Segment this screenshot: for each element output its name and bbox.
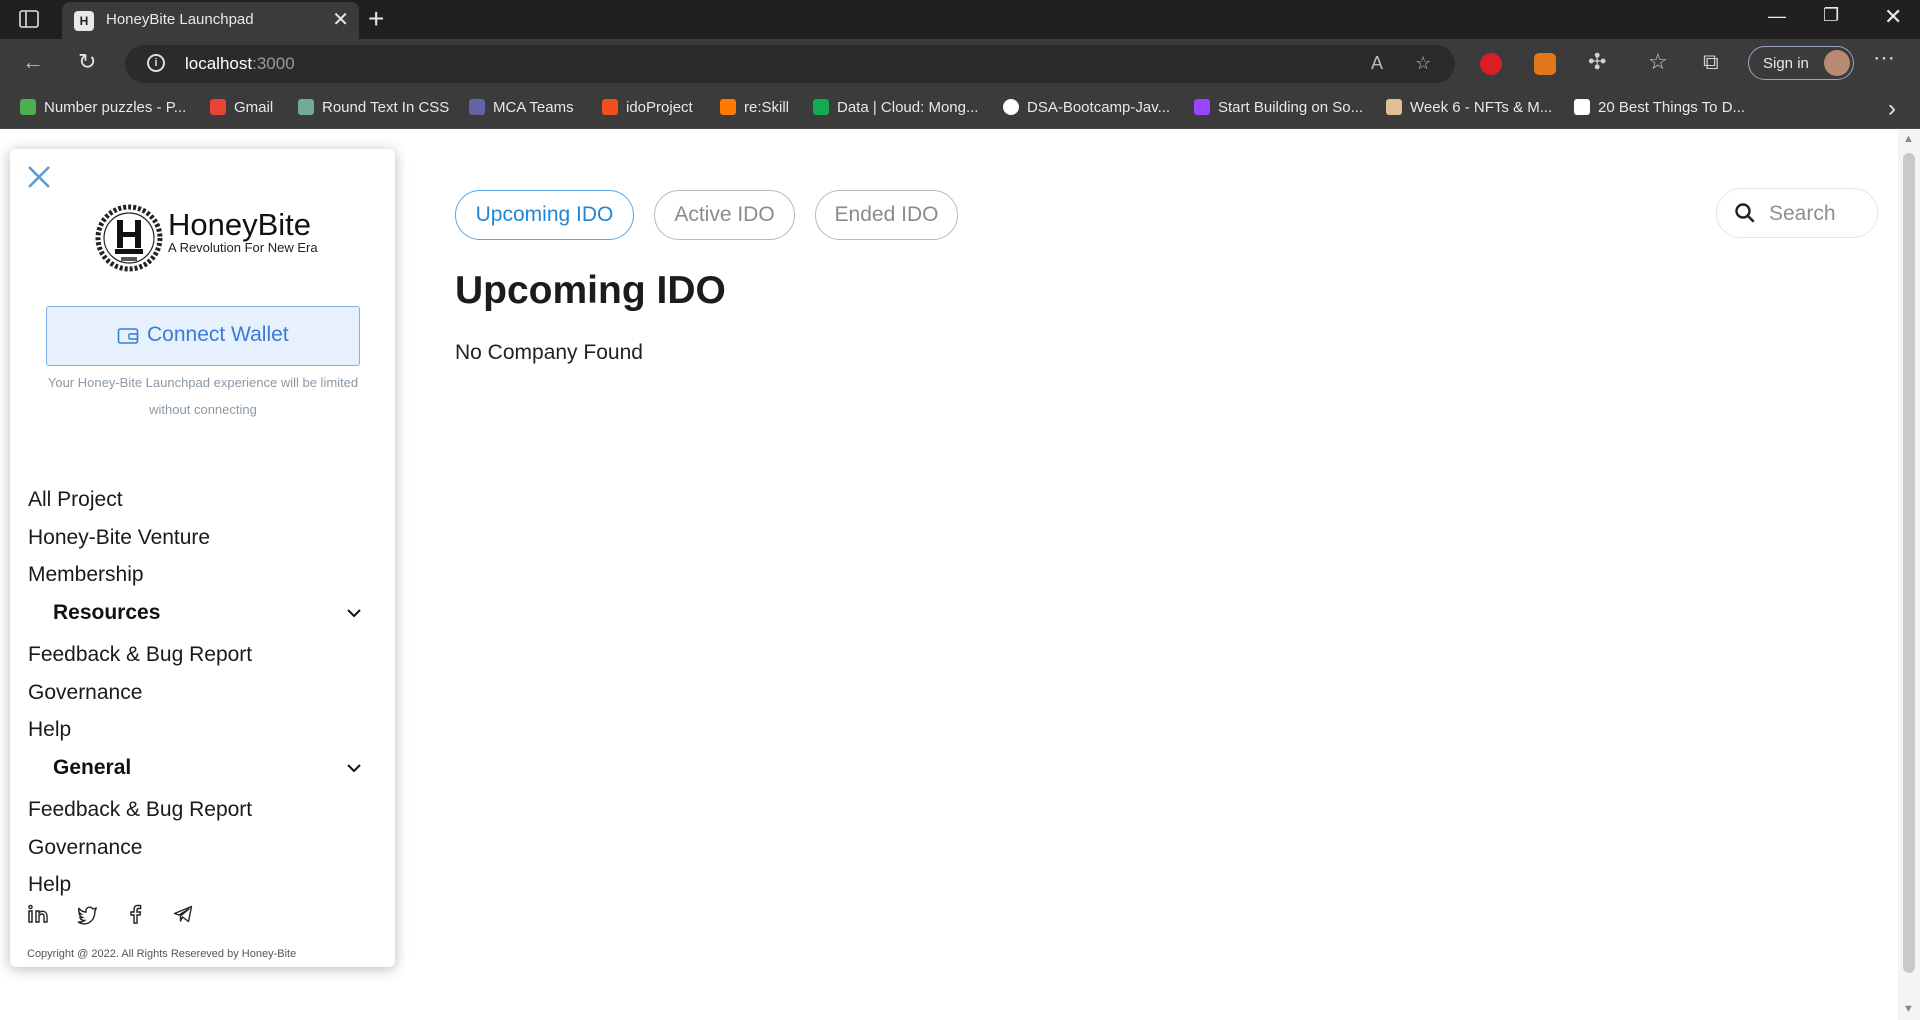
sidebar-item-feedback[interactable]: Feedback & Bug Report	[28, 798, 252, 822]
empty-state-message: No Company Found	[455, 341, 643, 364]
tab-title: HoneyBite Launchpad	[106, 11, 254, 28]
wallet-icon	[117, 328, 139, 344]
chevron-down-icon[interactable]	[346, 608, 362, 618]
close-window-icon[interactable]: ✕	[1884, 4, 1902, 30]
bookmark-item[interactable]: idoProject	[602, 99, 693, 116]
sign-in-button[interactable]: Sign in	[1748, 46, 1854, 80]
page-scrollbar[interactable]: ▲ ▼	[1898, 129, 1920, 1020]
bookmark-favicon-icon	[1386, 99, 1402, 115]
browser-tab[interactable]: H HoneyBite Launchpad ✕	[62, 2, 359, 39]
bookmark-item[interactable]: Round Text In CSS	[298, 99, 449, 116]
bookmark-item[interactable]: DSA-Bootcamp-Jav...	[1003, 99, 1170, 116]
bookmark-favicon-icon	[1574, 99, 1590, 115]
teams-icon	[469, 99, 485, 115]
search-box[interactable]	[1716, 188, 1878, 238]
connect-wallet-label: Connect Wallet	[147, 323, 289, 346]
read-aloud-icon[interactable]: A	[1371, 53, 1383, 74]
scrollbar-thumb[interactable]	[1903, 153, 1915, 973]
browser-titlebar: H HoneyBite Launchpad ✕ + — ❐ ✕	[0, 0, 1920, 39]
facebook-icon[interactable]	[124, 903, 146, 925]
chatgpt-icon	[298, 99, 314, 115]
bookmark-item[interactable]: Gmail	[210, 99, 273, 116]
gmail-icon	[210, 99, 226, 115]
brand-tagline: A Revolution For New Era	[168, 240, 318, 255]
site-info-icon[interactable]: i	[147, 54, 165, 72]
github-icon	[1003, 99, 1019, 115]
search-icon	[1735, 203, 1755, 223]
telegram-icon[interactable]	[172, 903, 194, 925]
refresh-icon[interactable]: ↻	[78, 49, 96, 75]
tab-ended-ido[interactable]: Ended IDO	[815, 190, 958, 240]
adblock-extension-icon[interactable]	[1480, 53, 1502, 75]
minimize-icon[interactable]: —	[1768, 6, 1786, 27]
bookmarks-bar: Number puzzles - P... Gmail Round Text I…	[0, 89, 1920, 129]
reskill-icon	[720, 99, 736, 115]
bookmark-item[interactable]: Data | Cloud: Mong...	[813, 99, 978, 116]
sidebar-item-membership[interactable]: Membership	[28, 563, 144, 587]
page-title: Upcoming IDO	[455, 269, 726, 312]
bookmark-item[interactable]: Start Building on So...	[1194, 99, 1363, 116]
tab-upcoming-ido[interactable]: Upcoming IDO	[455, 190, 634, 240]
back-arrow-icon[interactable]: ←	[22, 49, 44, 75]
scroll-up-icon[interactable]: ▲	[1903, 133, 1914, 145]
honeybite-logo	[95, 204, 163, 272]
tab-favicon-icon: H	[74, 11, 94, 31]
bookmark-item[interactable]: re:Skill	[720, 99, 789, 116]
chevron-down-icon[interactable]	[346, 763, 362, 773]
bookmark-item[interactable]: Week 6 - NFTs & M...	[1386, 99, 1552, 116]
sidebar-section-general[interactable]: General	[53, 756, 131, 780]
sidebar-item-help[interactable]: Help	[28, 718, 71, 742]
bookmark-item[interactable]: 20 Best Things To D...	[1574, 99, 1745, 116]
browser-toolbar: ← ↻ i localhost:3000 A ☆ ✣ ☆ ⧉ Sign in ⋯	[0, 39, 1920, 89]
address-bar[interactable]: i localhost:3000 A ☆	[125, 45, 1455, 83]
sidebar-item-feedback[interactable]: Feedback & Bug Report	[28, 643, 252, 667]
twitter-icon[interactable]	[76, 903, 98, 925]
connect-wallet-note: Your Honey-Bite Launchpad experience wil…	[47, 375, 359, 417]
bookmark-item[interactable]: MCA Teams	[469, 99, 574, 116]
tab-active-ido[interactable]: Active IDO	[654, 190, 795, 240]
close-icon[interactable]	[24, 162, 54, 192]
sidebar-item-honey-bite-venture[interactable]: Honey-Bite Venture	[28, 526, 210, 550]
brand-name: HoneyBite	[168, 207, 312, 242]
figma-icon	[602, 99, 618, 115]
tab-actions-icon[interactable]	[18, 8, 40, 30]
sign-in-label: Sign in	[1763, 55, 1809, 72]
sidebar-drawer: HoneyBite A Revolution For New Era Conne…	[10, 149, 395, 967]
profile-avatar	[1824, 50, 1850, 76]
solana-icon	[1194, 99, 1210, 115]
mongodb-icon	[813, 99, 829, 115]
sidebar-item-help[interactable]: Help	[28, 873, 71, 897]
new-tab-icon[interactable]: +	[368, 4, 384, 34]
more-bookmarks-chevron-icon[interactable]: ›	[1888, 95, 1896, 123]
copyright-text: Copyright @ 2022. All Rights Resereved b…	[27, 948, 297, 960]
connect-wallet-button[interactable]: Connect Wallet	[46, 306, 360, 366]
extensions-icon[interactable]: ✣	[1588, 49, 1606, 75]
sidebar-item-governance[interactable]: Governance	[28, 681, 142, 705]
collections-icon[interactable]: ⧉	[1703, 49, 1719, 75]
metamask-extension-icon[interactable]	[1534, 53, 1556, 75]
sidebar-item-all-project[interactable]: All Project	[28, 488, 123, 512]
page-viewport: Upcoming IDO Active IDO Ended IDO Upcomi…	[0, 129, 1920, 1020]
favorites-icon[interactable]: ☆	[1648, 49, 1668, 75]
restore-icon[interactable]: ❐	[1823, 5, 1839, 26]
linkedin-icon[interactable]	[27, 903, 49, 925]
close-tab-icon[interactable]: ✕	[332, 9, 349, 31]
scroll-down-icon[interactable]: ▼	[1903, 1003, 1914, 1015]
add-favorite-icon[interactable]: ☆	[1415, 53, 1431, 74]
bookmark-favicon-icon	[20, 99, 36, 115]
url-text[interactable]: localhost:3000	[185, 54, 295, 74]
search-input[interactable]	[1767, 199, 1871, 229]
sidebar-item-governance[interactable]: Governance	[28, 836, 142, 860]
more-menu-icon[interactable]: ⋯	[1873, 45, 1895, 71]
bookmark-item[interactable]: Number puzzles - P...	[20, 99, 186, 116]
sidebar-section-resources[interactable]: Resources	[53, 601, 160, 625]
